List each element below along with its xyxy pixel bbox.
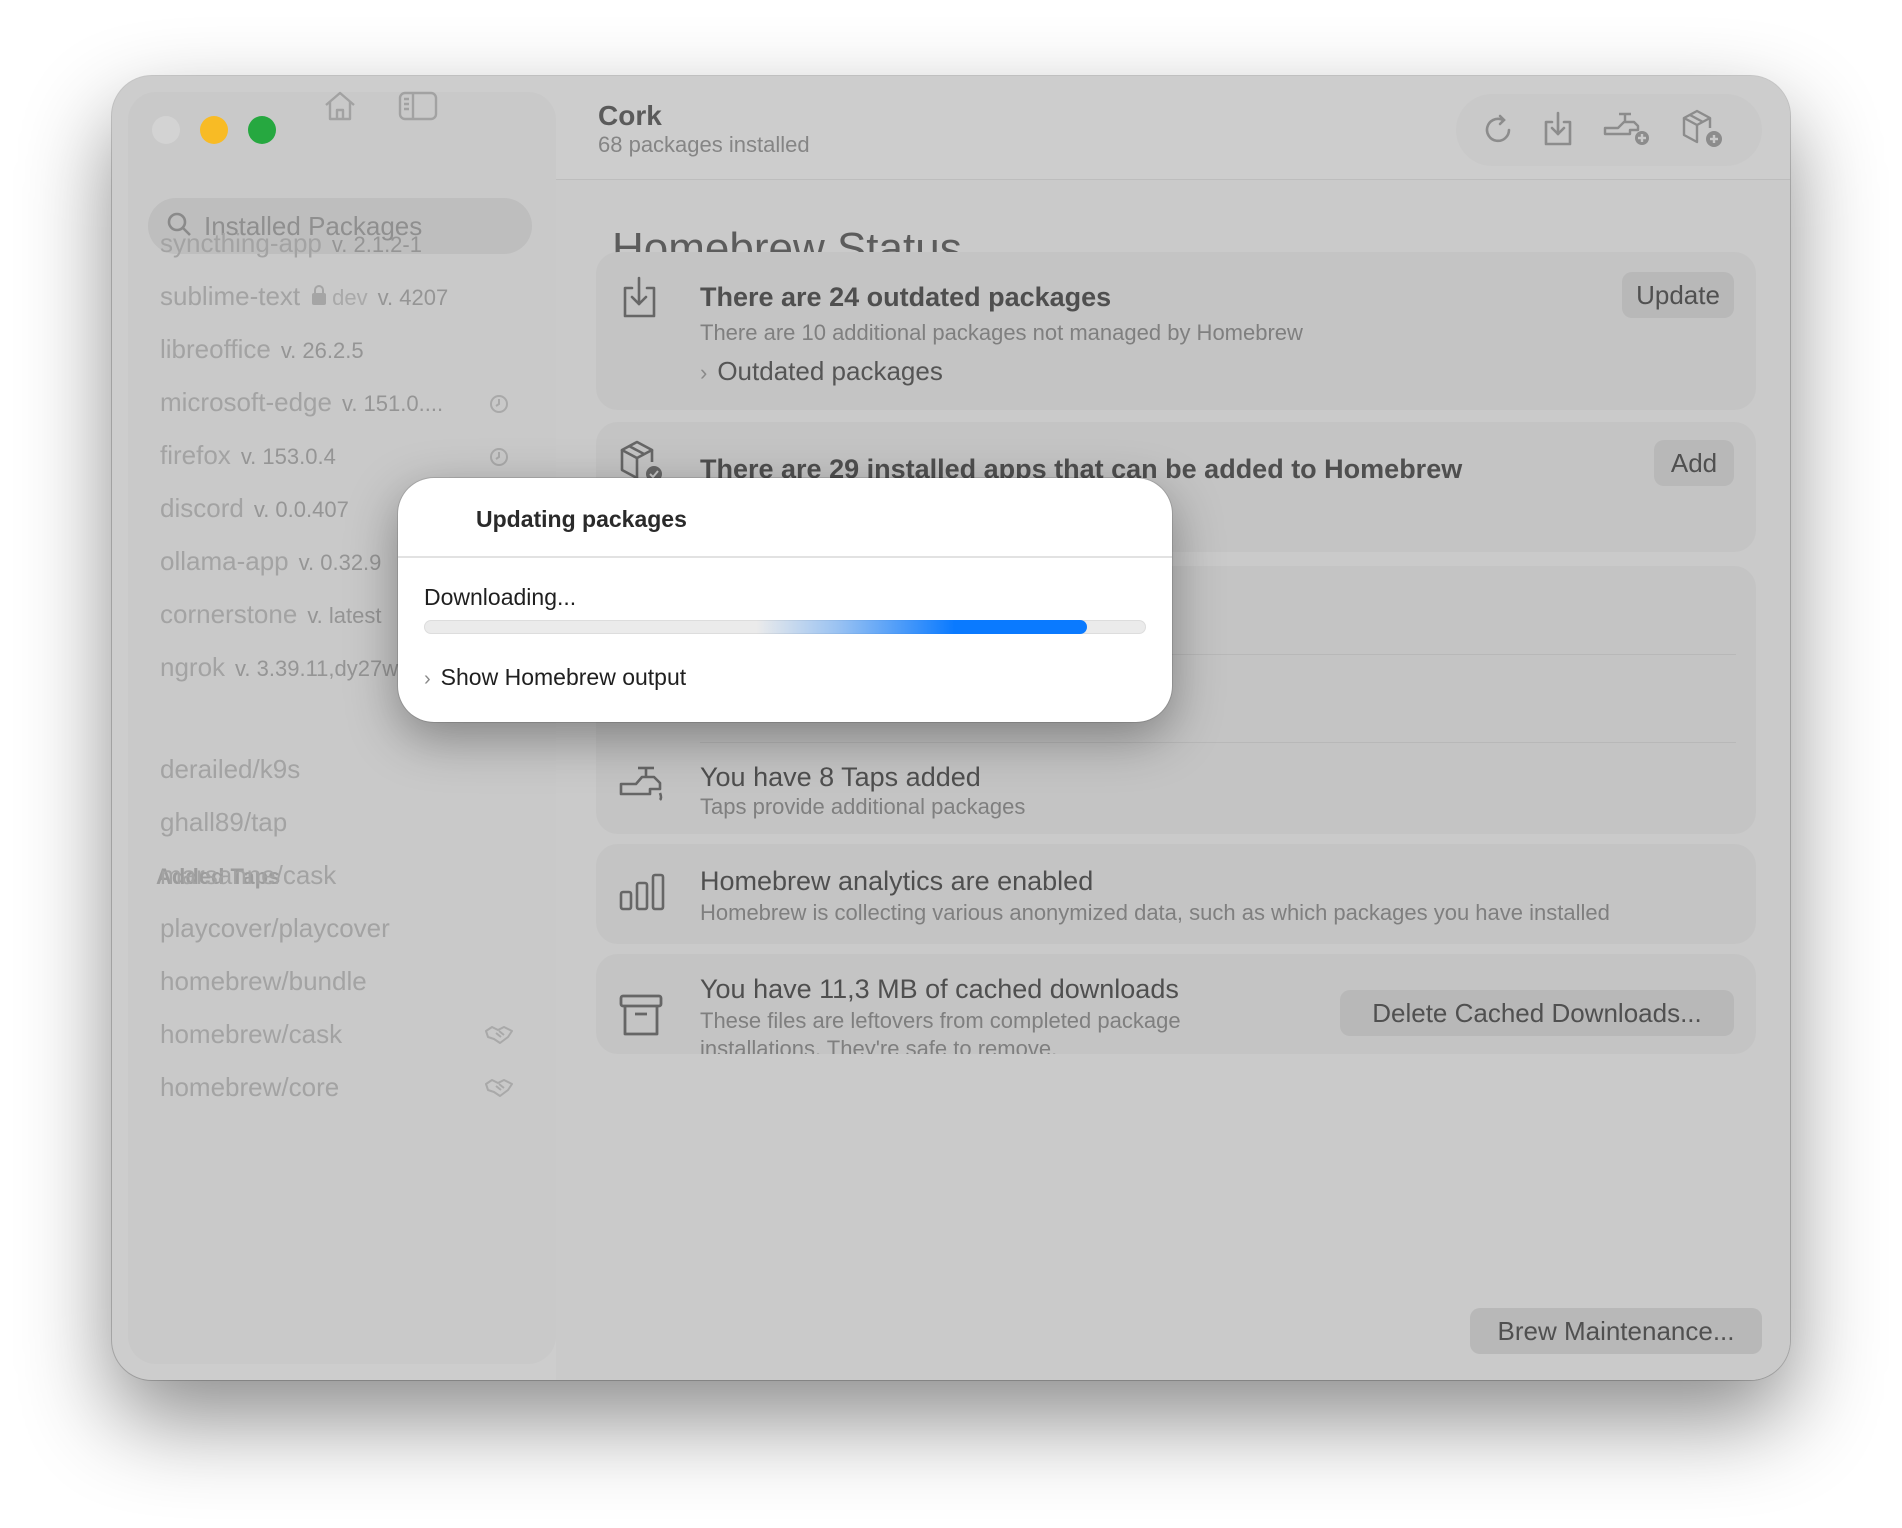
package-version: v. 151.0.... (341, 391, 444, 416)
cache-title: You have 11,3 MB of cached downloads (700, 974, 1179, 1004)
update-button[interactable]: Update (1622, 272, 1734, 318)
tap-row[interactable]: playcover/playcover (160, 913, 390, 944)
package-version: v. 26.2.5 (280, 338, 364, 363)
outdated-subtitle: There are 10 additional packages not man… (700, 320, 1303, 345)
handshake-icon (484, 1076, 514, 1105)
clock-icon (488, 446, 510, 473)
chevron-right-icon: › (700, 360, 708, 385)
app-title: Cork (598, 100, 662, 131)
progress-bar-fill (425, 620, 1088, 634)
package-version: v. 153.0.4 (240, 444, 336, 469)
updating-packages-sheet: Updating packages Downloading... › Show H… (398, 478, 1172, 722)
package-row[interactable]: sublime-text dev v. 4207 (160, 281, 560, 321)
outdated-download-icon (618, 274, 664, 327)
package-version: v. 2.1.2-1 (331, 232, 422, 257)
outdated-packages-card: There are 24 outdated packages There are… (596, 252, 1756, 410)
delete-cached-downloads-button[interactable]: Delete Cached Downloads... (1340, 990, 1734, 1036)
app-subtitle: 68 packages installed (598, 132, 810, 157)
cache-subtitle-continued: installations. They're safe to remove. (700, 1036, 1058, 1054)
traffic-lights (152, 116, 276, 144)
package-name: libreoffice (160, 334, 271, 364)
tap-row[interactable]: derailed/k9s (160, 754, 300, 785)
divider (700, 742, 1736, 743)
cached-downloads-card: You have 11,3 MB of cached downloads The… (596, 954, 1756, 1054)
add-tap-icon[interactable] (1602, 108, 1654, 153)
outdated-title: There are 24 outdated packages (700, 282, 1112, 312)
brew-maintenance-button[interactable]: Brew Maintenance... (1470, 1308, 1762, 1354)
analytics-title: Homebrew analytics are enabled (700, 866, 1094, 896)
sidebar-toggle-icon[interactable] (398, 90, 438, 127)
package-name: sublime-text (160, 281, 301, 311)
output-toggle-label: Show Homebrew output (440, 664, 687, 690)
main-content: Cork 68 packages installed Homebrew Stat… (556, 76, 1790, 1380)
show-homebrew-output-toggle[interactable]: › Show Homebrew output (424, 664, 686, 691)
cache-subtitle: These files are leftovers from completed… (700, 1008, 1181, 1033)
package-tag: dev (332, 285, 368, 310)
tap-row[interactable]: homebrew/bundle (160, 966, 367, 997)
sheet-title: Updating packages (476, 506, 687, 532)
tap-row[interactable]: homebrew/cask (160, 1019, 342, 1050)
outdated-disclosure-label: Outdated packages (717, 356, 943, 386)
outdated-packages-disclosure[interactable]: › Outdated packages (700, 356, 943, 387)
taps-title: You have 8 Taps added (700, 762, 981, 792)
refresh-icon[interactable] (1480, 112, 1516, 153)
tap-row[interactable]: marsanne/cask (160, 860, 336, 891)
package-version: v. latest (307, 603, 382, 628)
package-row[interactable]: syncthing-app v. 2.1.2-1 (160, 228, 560, 268)
lock-icon (312, 285, 327, 305)
bar-chart-icon (618, 872, 666, 917)
archive-box-icon (618, 992, 664, 1043)
home-icon[interactable] (322, 88, 358, 129)
chevron-right-icon: › (424, 668, 431, 690)
download-icon[interactable] (1540, 110, 1576, 153)
maximize-window-button[interactable] (248, 116, 276, 144)
package-row[interactable]: libreoffice v. 26.2.5 (160, 334, 560, 374)
package-name: cornerstone (160, 599, 298, 629)
package-name: syncthing-app (160, 228, 322, 258)
analytics-card: Homebrew analytics are enabled Homebrew … (596, 844, 1756, 944)
toolbar: Cork 68 packages installed (556, 76, 1790, 180)
toolbar-actions (1456, 94, 1762, 166)
progress-bar (424, 620, 1146, 634)
package-version: v. 0.0.407 (253, 497, 349, 522)
tap-icon (618, 762, 672, 811)
package-version: v. 4207 (377, 285, 449, 310)
package-version: v. 0.32.9 (298, 550, 382, 575)
app-window: Installed Packages syncthing-app v. 2.1.2… (112, 76, 1790, 1380)
handshake-icon (484, 1023, 514, 1052)
add-button[interactable]: Add (1654, 440, 1734, 486)
sheet-header: Updating packages (398, 478, 1172, 558)
clock-icon (488, 393, 510, 420)
taps-subtitle: Taps provide additional packages (700, 794, 1026, 819)
package-name: firefox (160, 440, 231, 470)
download-status: Downloading... (424, 584, 577, 610)
analytics-subtitle: Homebrew is collecting various anonymize… (700, 900, 1610, 925)
package-name: discord (160, 493, 244, 523)
tap-row[interactable]: ghall89/tap (160, 807, 287, 838)
package-name: microsoft-edge (160, 387, 332, 417)
close-window-button[interactable] (152, 116, 180, 144)
package-name: ollama-app (160, 546, 289, 576)
tap-row[interactable]: homebrew/core (160, 1072, 339, 1103)
package-name: ngrok (160, 652, 226, 682)
minimize-window-button[interactable] (200, 116, 228, 144)
add-package-icon[interactable] (1680, 108, 1726, 155)
